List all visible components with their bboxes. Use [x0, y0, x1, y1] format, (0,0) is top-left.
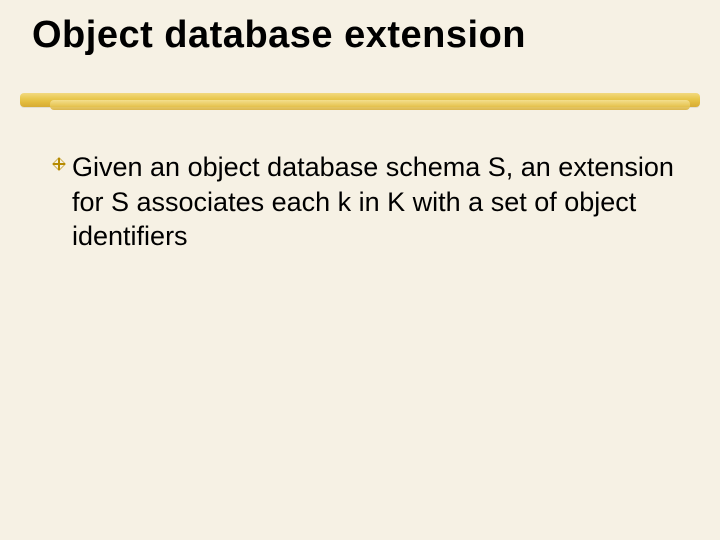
list-item: Given an object database schema S, an ex…	[50, 150, 680, 254]
slide-title: Object database extension	[32, 14, 526, 57]
bullet-text: Given an object database schema S, an ex…	[72, 150, 680, 254]
slide-body: Given an object database schema S, an ex…	[50, 150, 680, 254]
decorative-bullet-icon	[50, 150, 70, 178]
title-underline-decoration	[20, 90, 700, 114]
